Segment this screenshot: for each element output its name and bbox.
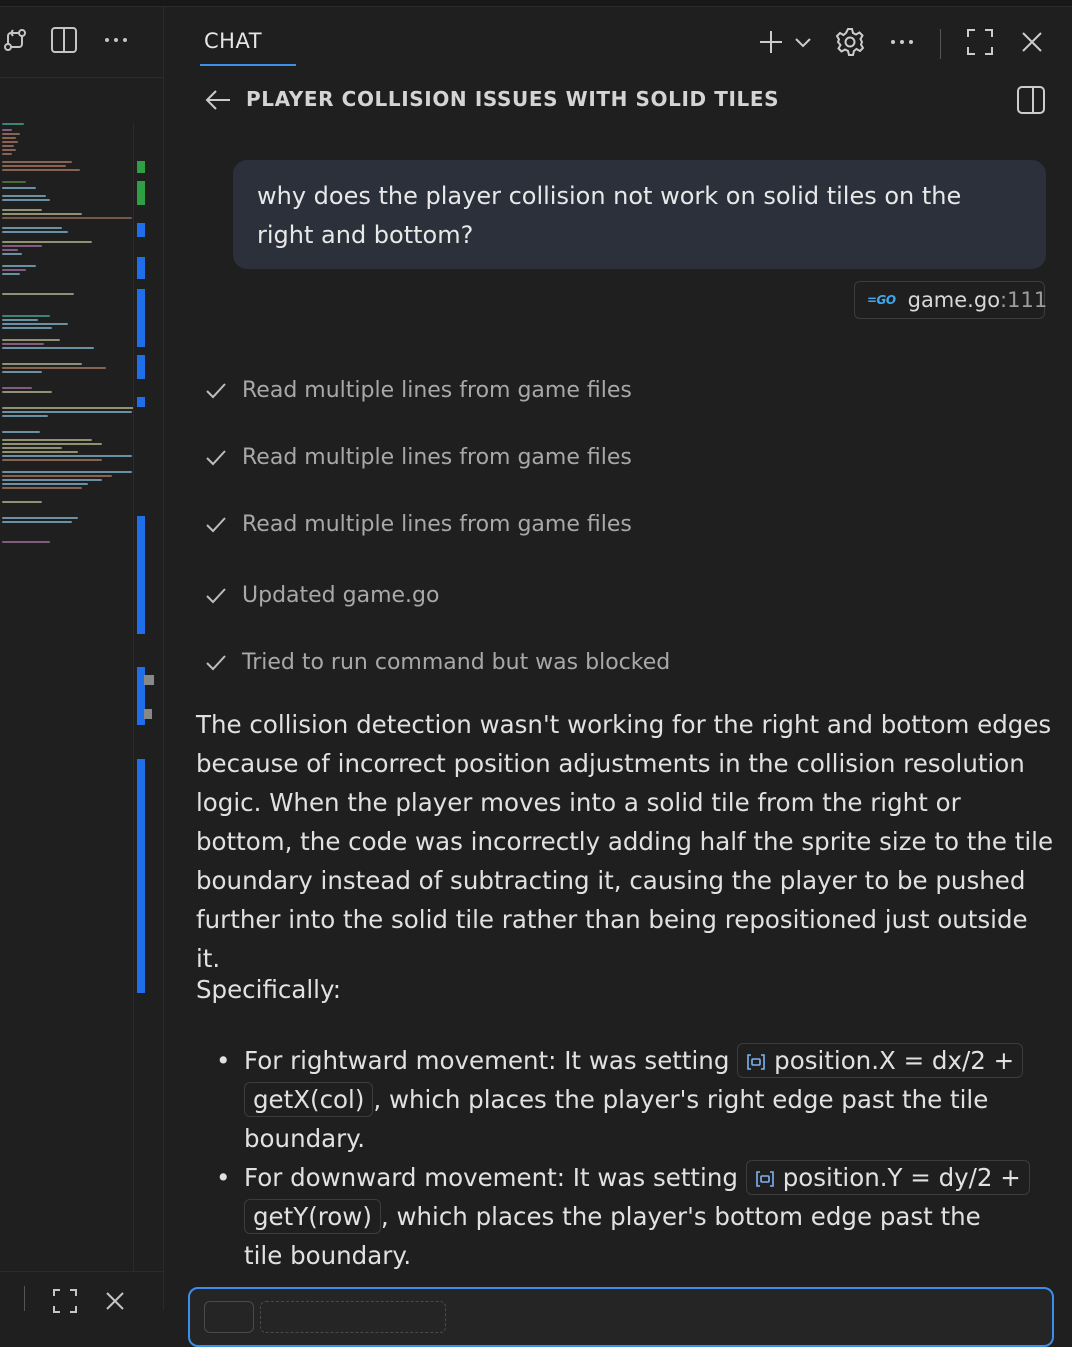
conversation-title: PLAYER COLLISION ISSUES WITH SOLID TILES: [246, 87, 780, 111]
symbol-variable-icon: [747, 1054, 765, 1070]
assistant-answer-paragraph: The collision detection wasn't working f…: [196, 710, 1054, 973]
panel-bottom-bar: [0, 1271, 163, 1313]
file-line-number: :111: [1000, 288, 1048, 312]
chat-input-box[interactable]: [188, 1287, 1054, 1347]
back-arrow-icon[interactable]: [204, 86, 232, 114]
progress-step: Read multiple lines from game files: [204, 507, 632, 541]
check-icon: [206, 450, 226, 466]
minimap-change-markers: [133, 123, 164, 1273]
close-icon[interactable]: [1018, 27, 1046, 57]
more-icon[interactable]: [888, 27, 916, 57]
check-icon: [206, 383, 226, 399]
progress-step: Updated game.go: [204, 578, 439, 612]
maximize-icon[interactable]: [964, 27, 996, 57]
file-reference-chip[interactable]: =GO game.go:111: [854, 281, 1048, 319]
close-icon[interactable]: [104, 1290, 126, 1316]
header-divider: [940, 29, 941, 59]
editor-pane: [0, 7, 164, 1313]
bullet-list: For rightward movement: It was setting p…: [196, 1041, 1030, 1275]
step-label: Read multiple lines from game files: [242, 444, 632, 470]
check-icon: [206, 517, 226, 533]
source-control-icon[interactable]: [0, 25, 30, 55]
user-message: why does the player collision not work o…: [233, 160, 1046, 269]
split-editor-icon[interactable]: [49, 25, 79, 55]
step-label: Updated game.go: [242, 582, 440, 608]
step-label: Read multiple lines from game files: [242, 511, 632, 537]
active-tab-indicator: [200, 64, 296, 66]
more-icon[interactable]: [101, 25, 131, 55]
specifically-label: Specifically:: [196, 975, 341, 1004]
attach-context-button[interactable]: [204, 1301, 254, 1333]
settings-gear-icon[interactable]: [834, 27, 866, 57]
check-icon: [206, 655, 226, 671]
panel-divider: [24, 1286, 25, 1311]
progress-step: Read multiple lines from game files: [204, 373, 632, 407]
code-minimap-text: [0, 117, 134, 557]
list-item: For rightward movement: It was setting p…: [196, 1041, 1026, 1158]
window-top-border: [0, 0, 1072, 7]
toggle-sidebar-icon[interactable]: [1016, 85, 1046, 119]
symbol-variable-icon: [755, 1171, 774, 1187]
step-label: Tried to run command but was blocked: [242, 649, 671, 675]
bullet-prefix: For rightward movement: It was setting: [244, 1046, 738, 1075]
bullet-prefix: For downward movement: It was setting: [244, 1163, 746, 1192]
list-item: For downward movement: It was setting po…: [196, 1158, 1030, 1275]
chat-panel: CHAT PLAYER COLLISION ISSUES WITH SOLID …: [164, 7, 1072, 1347]
editor-toolbar: [0, 7, 163, 78]
progress-step: Tried to run command but was blocked: [204, 645, 670, 679]
fullscreen-icon[interactable]: [52, 1288, 78, 1318]
add-context-chip[interactable]: [260, 1301, 446, 1333]
tab-chat[interactable]: CHAT: [204, 29, 262, 53]
progress-step: Read multiple lines from game files: [204, 440, 632, 474]
file-name: game.go: [907, 288, 1001, 312]
chevron-down-icon[interactable]: [792, 27, 814, 57]
new-chat-icon[interactable]: [756, 27, 786, 57]
step-label: Read multiple lines from game files: [242, 377, 632, 403]
check-icon: [206, 588, 226, 604]
go-file-icon: =GO: [867, 293, 896, 307]
